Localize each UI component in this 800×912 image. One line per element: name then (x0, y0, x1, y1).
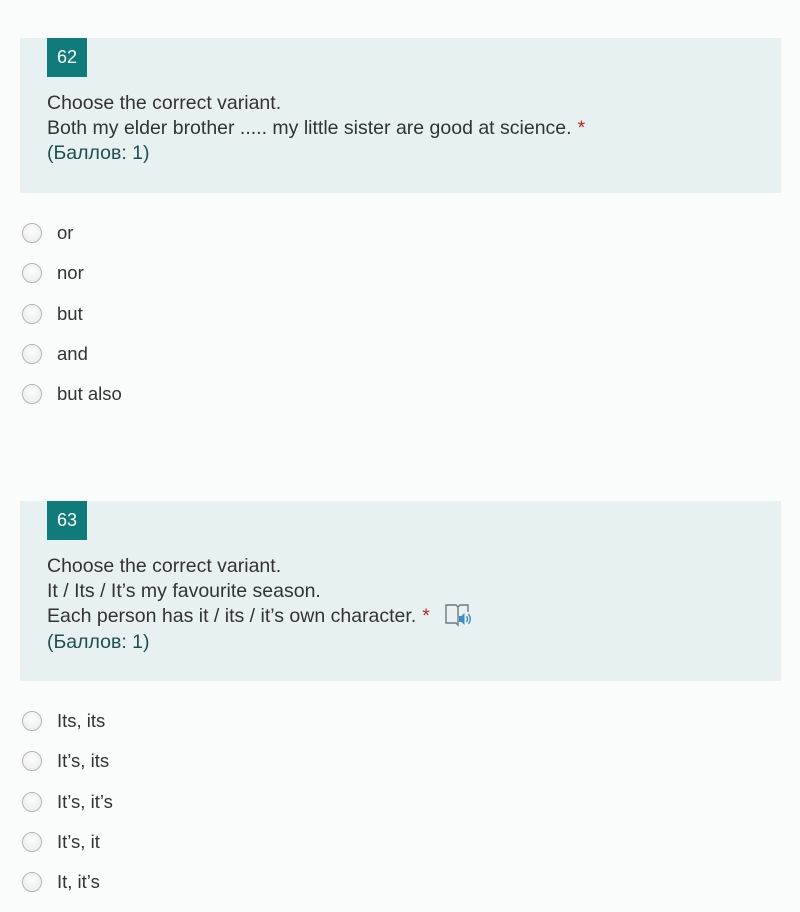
question-points: (Баллов: 1) (47, 631, 150, 653)
radio-button[interactable] (22, 384, 42, 405)
answer-option[interactable]: and (20, 334, 420, 374)
option-label[interactable]: but (57, 303, 83, 325)
option-label[interactable]: nor (57, 262, 84, 284)
question-number-badge: 62 (47, 38, 87, 77)
answer-option[interactable]: It’s, it’s (20, 782, 420, 822)
radio-button[interactable] (22, 872, 42, 893)
radio-button[interactable] (22, 263, 42, 284)
option-label[interactable]: It’s, it’s (57, 791, 113, 813)
question-sentence: It / Its / It’s my favourite season. (47, 580, 321, 602)
question-card-62: 62 Choose the correct variant. Both my e… (20, 38, 781, 193)
option-label[interactable]: but also (57, 383, 122, 405)
question-sentence: Both my elder brother ..... my little si… (47, 117, 572, 139)
radio-button[interactable] (22, 711, 42, 732)
answer-option[interactable]: It’s, it (20, 822, 420, 862)
required-asterisk: * (577, 117, 586, 139)
question-instruction: Choose the correct variant. (47, 555, 282, 577)
radio-button[interactable] (22, 223, 42, 244)
question-card-63: 63 Choose the correct variant. It / Its … (20, 501, 781, 681)
question-number-badge: 63 (47, 501, 87, 540)
radio-button[interactable] (22, 832, 42, 853)
question-sentence: Each person has it / its / it’s own char… (47, 605, 417, 628)
question-text: Choose the correct variant. It / Its / I… (47, 554, 761, 655)
radio-button[interactable] (22, 303, 42, 324)
question-sentence-line: Both my elder brother ..... my little si… (47, 116, 761, 141)
answer-option[interactable]: It’s, its (20, 741, 420, 781)
answer-option[interactable]: or (20, 213, 420, 253)
option-label[interactable]: or (57, 222, 73, 244)
radio-button[interactable] (22, 751, 42, 772)
question-sentence-line: Each person has it / its / it’s own char… (47, 604, 761, 630)
answer-option[interactable]: but also (20, 374, 420, 414)
radio-button[interactable] (22, 791, 42, 812)
answer-option[interactable]: nor (20, 253, 420, 293)
option-label[interactable]: Its, its (57, 710, 105, 732)
question-points: (Баллов: 1) (47, 142, 150, 164)
question-instruction: Choose the correct variant. (47, 92, 282, 114)
answer-option[interactable]: Its, its (20, 701, 420, 741)
answer-options-62: or nor but and but also (20, 213, 420, 414)
answer-option[interactable]: but (20, 294, 420, 334)
required-asterisk: * (422, 605, 430, 628)
question-text: Choose the correct variant. Both my elde… (47, 91, 761, 166)
option-label[interactable]: and (57, 343, 88, 365)
option-label[interactable]: It’s, it (57, 831, 100, 853)
option-label[interactable]: It, it’s (57, 871, 100, 893)
immersive-reader-icon[interactable] (444, 602, 474, 628)
radio-button[interactable] (22, 344, 42, 365)
answer-options-63: Its, its It’s, its It’s, it’s It’s, it I… (20, 701, 420, 902)
answer-option[interactable]: It, it’s (20, 862, 420, 902)
option-label[interactable]: It’s, its (57, 750, 109, 772)
